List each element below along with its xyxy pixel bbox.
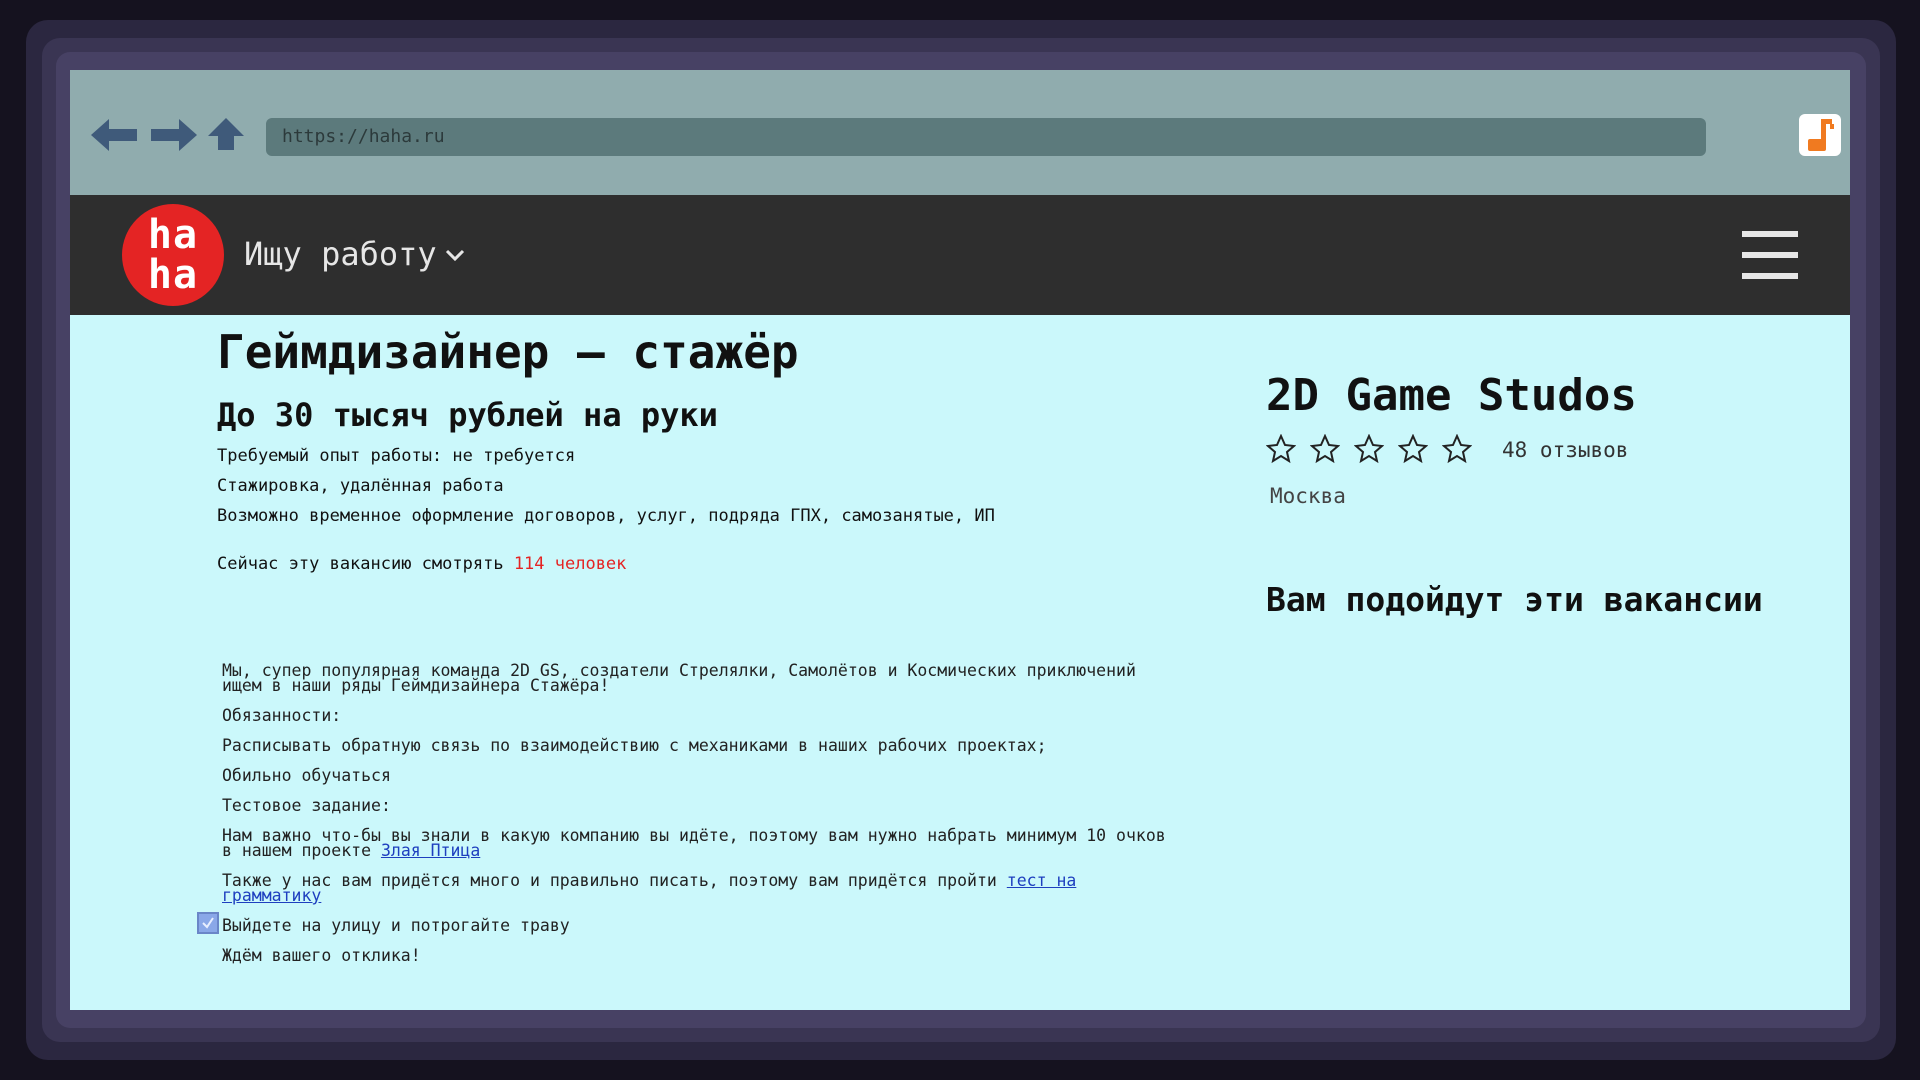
viewers-count-line: Сейчас эту вакансию смотрять 114 человек [217,554,626,574]
star-icon [1442,434,1472,464]
back-arrow-icon[interactable] [90,110,140,160]
job-seek-label: Ищу работу [244,235,437,273]
test-heading: Тестовое задание: [222,796,391,815]
vacancy-title: Геймдизайнер – стажёр [217,325,799,379]
reviews-count[interactable]: 48 отзывов [1502,438,1628,462]
angry-bird-link[interactable]: Злая Птица [381,841,480,860]
condition-experience: Требуемый опыт работы: не требуется [217,446,576,466]
viewers-prefix: Сейчас эту вакансию смотрять [217,554,514,574]
site-header: ha ha Ищу работу [70,195,1850,315]
condition-contract: Возможно временное оформление договоров,… [217,506,995,526]
desc-intro-line2: ищем в наши ряды Геймдизайнера Стажёра! [222,676,610,695]
test-2-line1: Также у нас вам придётся много и правиль… [222,871,1077,890]
browser-toolbar: https://haha.ru [70,70,1850,195]
grammar-test-link-part1[interactable]: тест на [1007,871,1077,890]
condition-internship: Стажировка, удалённая работа [217,476,504,496]
duties-heading: Обязанности: [222,706,342,725]
task-3: Выйдете на улицу и потрогайте траву [222,916,570,935]
haha-logo[interactable]: ha ha [122,204,224,306]
logo-text-bottom: ha [147,252,199,298]
browser-window: https://haha.ru ha ha Ищу работу Геймдиз… [70,70,1850,1010]
star-icon [1354,434,1384,464]
recommended-vacancies-heading: Вам подойдут эти вакансии [1266,580,1763,619]
address-bar[interactable]: https://haha.ru [266,118,1706,156]
duty-1: Расписывать обратную связь по взаимодейс… [222,736,1047,755]
vacancy-salary: До 30 тысяч рублей на руки [217,396,718,434]
chevron-down-icon [445,249,464,261]
grammar-test-link-part2[interactable]: грамматику [222,886,321,905]
company-name[interactable]: 2D Game Studos [1266,370,1637,421]
closing-text: Ждём вашего отклика! [222,946,421,965]
company-city: Москва [1270,484,1346,508]
forward-arrow-icon[interactable] [148,110,198,160]
hamburger-menu-icon[interactable] [1742,231,1798,279]
viewers-count: 114 человек [513,554,627,574]
test-1-prefix: в нашем проекте [222,841,381,860]
checkbox[interactable] [197,912,219,934]
star-icon [1398,434,1428,464]
test-1-line2: в нашем проекте Злая Птица [222,841,480,860]
job-seek-dropdown[interactable]: Ищу работу [244,235,465,273]
rating-stars [1266,434,1472,464]
up-arrow-icon[interactable] [206,110,246,160]
star-icon [1310,434,1340,464]
duty-2: Обильно обучаться [222,766,391,785]
star-icon [1266,434,1296,464]
checkmark-icon [202,917,214,929]
test-2-prefix: Также у нас вам придётся много и правиль… [222,871,1007,890]
logo-text-top: ha [147,212,199,258]
music-note-icon[interactable] [1799,114,1841,156]
test-2-line2: грамматику [222,886,321,905]
